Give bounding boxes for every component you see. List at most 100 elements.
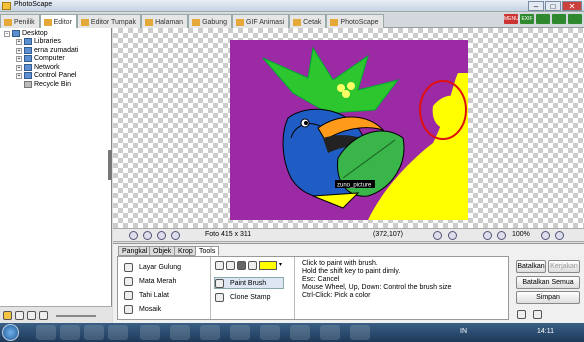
tab-penilik[interactable]: Penilik — [0, 14, 40, 28]
taskbar: IN 14:11 — [0, 323, 584, 342]
help-line: Hold the shift key to paint dimly. — [302, 268, 401, 275]
app3-icon[interactable] — [320, 325, 340, 340]
combine-icon — [192, 19, 201, 26]
word-icon[interactable] — [230, 325, 250, 340]
cursor-coords: (372,107) — [373, 231, 403, 238]
menu-icon[interactable]: MENU — [504, 14, 519, 24]
language-indicator[interactable]: IN — [460, 328, 467, 335]
tool-mata-merah[interactable]: Mata Merah — [124, 277, 176, 286]
compare-icon[interactable] — [448, 231, 457, 240]
tab-gabung[interactable]: Gabung — [188, 14, 232, 28]
grid-icon[interactable] — [433, 231, 442, 240]
fullscreen-icon[interactable] — [552, 14, 566, 24]
page-icon — [145, 19, 154, 26]
app-icon[interactable] — [170, 325, 190, 340]
edited-image[interactable]: zuno_picture — [113, 28, 584, 228]
expand-icon[interactable]: + — [16, 38, 22, 45]
expand-icon[interactable]: + — [16, 72, 22, 79]
color-icon[interactable] — [536, 14, 550, 24]
close-button[interactable]: ✕ — [562, 1, 582, 11]
tree-label: Network — [34, 64, 60, 71]
print-icon[interactable] — [533, 310, 542, 319]
zoom-fit-icon[interactable] — [483, 231, 492, 240]
tree-item-libraries[interactable]: + Libraries — [16, 38, 61, 45]
tab-photoscape[interactable]: PhotoScape — [326, 14, 384, 28]
minimize-button[interactable]: – — [528, 1, 544, 11]
tree-toolbar — [0, 306, 112, 323]
collapse-icon[interactable]: − — [4, 30, 10, 37]
expand-icon[interactable]: + — [16, 64, 22, 71]
zoom-actual-icon[interactable] — [497, 231, 506, 240]
color-swatch[interactable] — [259, 261, 277, 270]
image-canvas[interactable]: zuno_picture — [113, 28, 584, 228]
window-controls: – □ ✕ — [527, 1, 582, 11]
tab-halaman[interactable]: Halaman — [141, 14, 189, 28]
open-icon[interactable] — [517, 310, 526, 319]
refresh-icon[interactable] — [15, 311, 24, 320]
tab-objek[interactable]: Objek — [149, 246, 176, 256]
tree-item-computer[interactable]: + Computer — [16, 55, 65, 62]
tab-cetak[interactable]: Cetak — [289, 14, 327, 28]
explorer-icon[interactable] — [36, 325, 56, 340]
brush-size-large-icon[interactable] — [237, 261, 246, 270]
rotate-left-icon[interactable] — [129, 231, 138, 240]
thumb-size-slider[interactable] — [56, 315, 96, 317]
exif-icon[interactable]: EXIF — [520, 14, 534, 24]
clock[interactable]: 14:11 — [537, 328, 554, 335]
browser-icon[interactable] — [140, 325, 160, 340]
tool-clone-stamp[interactable]: Clone Stamp — [215, 293, 270, 302]
panel-splitter[interactable] — [108, 150, 112, 180]
tool-layar-gulung[interactable]: Layar Gulung — [124, 263, 181, 272]
expand-icon[interactable]: + — [16, 55, 22, 62]
zoom-in-icon[interactable] — [541, 231, 550, 240]
tool-tahi-lalat[interactable]: Tahi Lalat — [124, 291, 169, 300]
tab-editor[interactable]: Editor — [39, 14, 77, 28]
back-icon[interactable] — [27, 311, 36, 320]
app4-icon[interactable] — [350, 325, 370, 340]
tab-editor-tumpak[interactable]: Editor Tumpak — [76, 14, 142, 28]
tree-item-user[interactable]: + erna zumadati — [16, 47, 78, 54]
mirror-icon[interactable] — [171, 231, 180, 240]
photoscape-taskbar-icon[interactable] — [260, 325, 280, 340]
save-button[interactable]: Simpan — [516, 291, 580, 304]
help-icon[interactable] — [568, 14, 582, 24]
chevron-down-icon[interactable]: ▾ — [279, 261, 282, 270]
help-text: Click to paint with brush. Hold the shif… — [302, 260, 451, 300]
music-icon[interactable] — [108, 325, 128, 340]
media-player-icon[interactable] — [84, 325, 104, 340]
tool-mosaik[interactable]: Mosaik — [124, 305, 161, 314]
skype-icon[interactable] — [200, 325, 220, 340]
forward-icon[interactable] — [39, 311, 48, 320]
tab-pangkal[interactable]: Pangkal — [118, 246, 152, 256]
rotate-right-icon[interactable] — [143, 231, 152, 240]
brush-options: ▾ — [215, 261, 282, 270]
tab-krop[interactable]: Krop — [174, 246, 197, 256]
start-button[interactable] — [2, 324, 19, 341]
tree-item-recycle-bin[interactable]: Recycle Bin — [24, 81, 71, 88]
zoom-out-icon[interactable] — [555, 231, 564, 240]
tab-gif-animasi[interactable]: GIF Animasi — [232, 14, 290, 28]
tool-paint-brush[interactable]: Paint Brush — [214, 277, 284, 289]
flip-icon[interactable] — [157, 231, 166, 240]
redo-button[interactable]: Kerjakan — [548, 260, 580, 273]
tree-item-network[interactable]: + Network — [16, 64, 60, 71]
print-icon — [293, 19, 302, 26]
expand-icon[interactable]: + — [16, 47, 22, 54]
eyedropper-icon[interactable] — [248, 261, 257, 270]
tree-item-control-panel[interactable]: + Control Panel — [16, 72, 76, 79]
help-line: Esc: Cancel — [302, 276, 340, 283]
hand-icon — [124, 263, 133, 272]
maximize-button[interactable]: □ — [545, 1, 561, 11]
photoscape-icon — [330, 19, 339, 26]
folder-tree: − Desktop + Libraries + erna zumadati + Comp… — [0, 28, 112, 306]
tools-box: Layar Gulung Mata Merah Tahi Lalat Mosai… — [117, 256, 509, 320]
folder-icon[interactable] — [60, 325, 80, 340]
undo-all-button[interactable]: Batalkan Semua — [516, 276, 580, 289]
brush-size-medium-icon[interactable] — [226, 261, 235, 270]
star-icon[interactable] — [3, 311, 12, 320]
brush-size-small-icon[interactable] — [215, 261, 224, 270]
app2-icon[interactable] — [290, 325, 310, 340]
tab-tools[interactable]: Tools — [195, 246, 220, 256]
undo-button[interactable]: Batalkan — [516, 260, 546, 273]
tree-item-desktop[interactable]: − Desktop — [4, 30, 48, 37]
